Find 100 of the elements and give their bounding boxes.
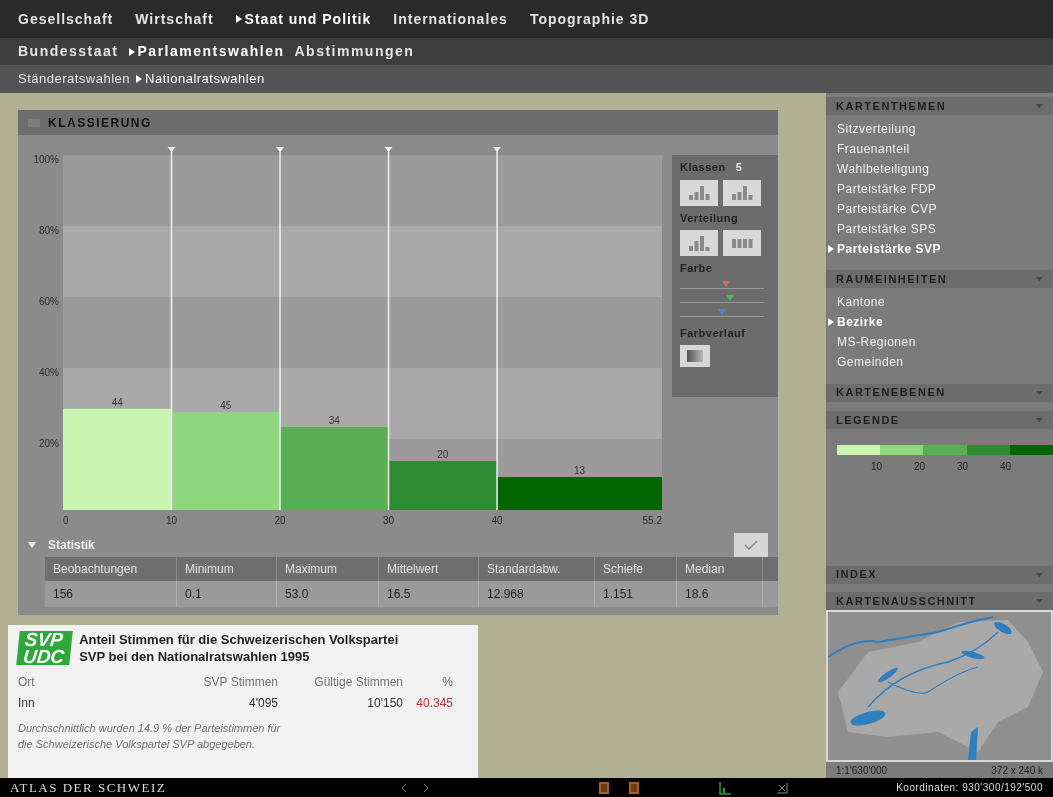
table-cell: 53.0	[277, 581, 379, 607]
panel-title: KLASSIERUNG	[48, 114, 152, 132]
bar-count-label: 13	[573, 465, 586, 476]
sidebar-item[interactable]: Wahlbeteiligung	[837, 160, 930, 178]
nav-item[interactable]: Ständeratswahlen	[18, 69, 131, 89]
histogram-icon	[731, 238, 753, 248]
natural-breaks-button[interactable]	[680, 230, 718, 256]
table-cell-text: Inn	[18, 695, 36, 712]
expand-caret-icon[interactable]	[28, 542, 36, 548]
column-header: Gültige Stimmen	[313, 674, 403, 691]
color-slider-thumb[interactable]	[718, 308, 726, 315]
sidebar-item[interactable]: MS-Regionen	[837, 333, 916, 352]
section-header[interactable]: KARTENAUSSCHNITT	[826, 592, 1053, 610]
x-axis-label: 10	[165, 515, 178, 526]
sidebar-item[interactable]: Kantone	[837, 293, 886, 312]
sidebar-item[interactable]: Gemeinden	[837, 353, 904, 372]
x-axis-label: 30	[383, 515, 395, 526]
table-cell: 18.6	[677, 581, 763, 607]
classes-count: 5	[735, 160, 742, 175]
nav-item[interactable]: Abstimmungen	[294, 41, 415, 62]
histogram-icon	[688, 235, 710, 251]
column-header: %	[441, 674, 453, 691]
y-axis-label: 40%	[39, 367, 59, 378]
y-axis-label: 100%	[33, 154, 59, 165]
classes-label: Klassen	[680, 160, 726, 175]
sidebar-item[interactable]: Bezirke	[837, 313, 884, 332]
x-axis-label: 0	[63, 515, 69, 526]
check-icon	[744, 540, 758, 550]
section-header[interactable]: RAUMEINHEITEN	[826, 270, 1053, 289]
bar-count-label: 20	[437, 449, 449, 460]
distribution-label: Verteilung	[680, 210, 740, 226]
nav-item[interactable]: Gesellschaft	[18, 8, 114, 30]
info-title: Anteil Stimmen für die Schweizerischen Volkspartei SVP bei den Nationalratswahlen 1995	[79, 631, 400, 665]
collapse-caret-icon	[1036, 417, 1043, 422]
class-break-handle[interactable]	[493, 147, 502, 511]
collapse-caret-icon	[1036, 599, 1043, 603]
sidebar-item[interactable]: Parteistärke SVP	[837, 240, 942, 258]
book-icon[interactable]	[598, 780, 610, 795]
close-icon[interactable]	[776, 781, 788, 794]
sidebar-item[interactable]: Parteistärke CVP	[837, 200, 938, 218]
map-extent: 372 x 240 k	[991, 763, 1043, 778]
nav-item[interactable]: Bundesstaat	[18, 41, 119, 62]
color-slider-thumb[interactable]	[722, 280, 731, 287]
nav-item[interactable]: Topographie 3D	[529, 8, 650, 30]
book-icon[interactable]	[628, 780, 640, 795]
nav-item[interactable]: Internationales	[393, 8, 508, 30]
x-axis-label: 55.2	[642, 515, 662, 526]
sidebar-item[interactable]: Parteistärke SPS	[837, 220, 937, 238]
color-slider-thumb[interactable]	[726, 294, 735, 301]
section-header[interactable]: KARTENEBENEN	[826, 383, 1053, 402]
class-break-handle[interactable]	[276, 147, 285, 511]
sidebar-item[interactable]: Parteistärke FDP	[837, 180, 937, 198]
nav-item[interactable]: Nationalratswahlen	[145, 69, 265, 89]
gradient-label: Farbverlauf	[680, 325, 747, 341]
selected-marker-icon	[128, 47, 135, 56]
y-axis-label: 60%	[39, 296, 59, 307]
table-cell: 1.151	[595, 581, 677, 607]
nav-item[interactable]: Staat und Politik	[244, 8, 372, 30]
section-header[interactable]: KARTENTHEMEN	[826, 97, 1053, 115]
table-cell-text: 40.345	[415, 695, 453, 712]
collapse-caret-icon	[1036, 390, 1043, 395]
table-cell: 0.1	[177, 581, 277, 607]
collapse-caret-icon	[1036, 572, 1043, 577]
gradient-button[interactable]	[680, 345, 710, 367]
nav-item[interactable]: Parlamentswahlen	[137, 41, 285, 62]
remove-class-button[interactable]	[680, 179, 718, 206]
nav-item[interactable]: Wirtschaft	[135, 8, 214, 30]
histogram-icon	[731, 185, 753, 200]
bar-count-label: 44	[111, 396, 123, 408]
selected-marker-icon	[828, 245, 834, 253]
coordinates-readout: Koordinaten: 930'300/192'500	[896, 781, 1043, 795]
table-cell-text: 10'150	[366, 695, 403, 712]
y-axis-label: 80%	[39, 225, 59, 236]
selected-marker-icon	[136, 75, 143, 83]
column-header: Ort	[18, 674, 36, 691]
section-header[interactable]: INDEX	[826, 565, 1053, 584]
class-break-handle[interactable]	[167, 147, 176, 511]
column-header: SVP Stimmen	[202, 674, 278, 691]
class-break-handle[interactable]	[384, 147, 393, 511]
section-header[interactable]: LEGENDE	[826, 410, 1053, 429]
sidebar-item[interactable]: Sitzverteilung	[837, 120, 917, 138]
party-logo: SVP UDC	[16, 631, 73, 665]
collapse-caret-icon	[1036, 104, 1043, 108]
statistics-title: Statistik	[48, 537, 95, 554]
equal-intervals-button[interactable]	[723, 230, 761, 256]
collapse-caret-icon	[1036, 277, 1043, 282]
add-class-button[interactable]	[723, 179, 761, 206]
table-cell: 156	[45, 581, 177, 607]
sidebar-item[interactable]: Frauenanteil	[837, 140, 910, 158]
forward-icon[interactable]	[422, 782, 430, 793]
chart-icon[interactable]	[718, 780, 732, 795]
legend-label: 40	[1000, 459, 1013, 474]
map-scale: 1:1'630'000	[836, 763, 888, 778]
legend-label: 20	[914, 459, 927, 474]
legend-label: 30	[957, 459, 970, 474]
info-note: Durchschnittlich wurden 14.9 % der Parteistimmen für die Schweizerische Volkspartei SVP abgegeben.	[18, 721, 282, 752]
back-icon[interactable]	[400, 782, 408, 793]
gradient-swatch-icon	[687, 350, 703, 362]
app-title: ATLAS DER SCHWEIZ	[10, 778, 168, 797]
selected-marker-icon	[828, 318, 834, 327]
